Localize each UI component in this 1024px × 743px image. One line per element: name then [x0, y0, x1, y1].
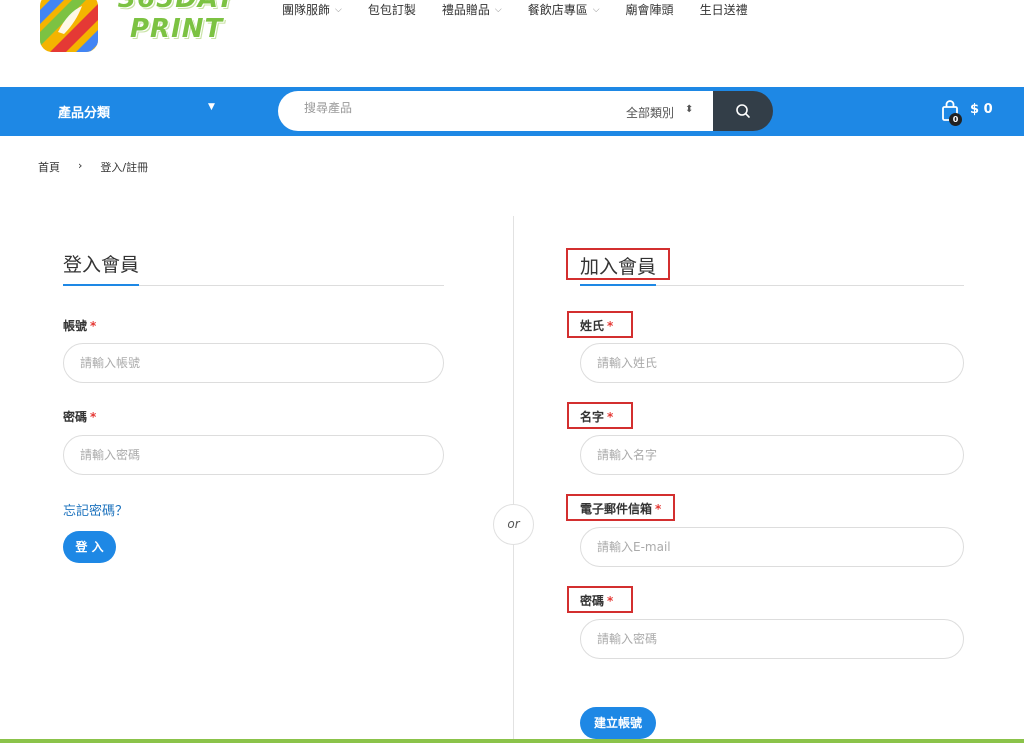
vertical-divider	[513, 216, 514, 743]
annotation-box-password	[567, 586, 633, 613]
logo-line-1: 365DAY	[118, 0, 236, 14]
create-account-button[interactable]: 建立帳號	[580, 707, 656, 739]
chevron-down-icon: ⌵	[335, 5, 342, 15]
annotation-box-firstname	[567, 402, 633, 429]
email-input[interactable]	[580, 527, 964, 567]
login-button[interactable]: 登 入	[63, 531, 116, 563]
nav-item-label: 團隊服飾	[282, 3, 331, 17]
nav-item-restaurant[interactable]: 餐飲店專區 ⌵	[528, 0, 600, 20]
logo-line-2: PRINT	[130, 14, 224, 44]
search-category-select[interactable]: 全部類別	[626, 104, 674, 121]
nav-item-label: 餐飲店專區	[527, 3, 588, 17]
firstname-input[interactable]	[580, 435, 964, 475]
bottom-strip	[0, 739, 1024, 743]
search-box: 全部類別 ⬍	[278, 91, 713, 131]
logo-icon	[40, 0, 98, 52]
search-bar-strip: 產品分類 ▼ 全部類別 ⬍ 0 $ 0	[0, 87, 1024, 136]
nav-item-custom-bags[interactable]: 包包訂製	[368, 0, 416, 20]
required-mark: *	[90, 319, 97, 333]
nav-item-label: 禮品贈品	[441, 3, 490, 17]
username-label: 帳號 *	[63, 317, 96, 334]
lastname-input[interactable]	[580, 343, 964, 383]
chevron-down-icon: ⌵	[494, 5, 502, 15]
username-input[interactable]	[63, 343, 444, 383]
login-password-label-text: 密碼	[63, 410, 88, 424]
nav-item-label: 廟會陣頭	[625, 3, 674, 17]
product-category-dropdown[interactable]: 產品分類	[58, 102, 110, 121]
annotation-box-lastname	[567, 311, 633, 338]
breadcrumb-separator: ›	[78, 159, 83, 172]
register-password-input[interactable]	[580, 619, 964, 659]
login-title: 登入會員	[63, 254, 140, 276]
nav-item-label: 包包訂製	[367, 3, 416, 17]
forgot-password-link[interactable]: 忘記密碼？	[63, 500, 128, 519]
cart-total: $ 0	[970, 102, 993, 117]
breadcrumb-current: 登入/註冊	[100, 161, 149, 174]
nav-item-birthday[interactable]: 生日送禮	[700, 0, 748, 20]
nav-item-temple[interactable]: 廟會陣頭	[626, 0, 674, 20]
cart-count-badge: 0	[949, 113, 962, 126]
nav-item-team-apparel[interactable]: 團隊服飾 ⌵	[282, 0, 342, 20]
login-title-accent	[63, 284, 139, 286]
cart-button[interactable]: 0 $ 0	[940, 99, 1000, 126]
logo-wordmark: 365DAY PRINT	[118, 0, 236, 44]
page: 365DAY PRINT 團隊服飾 ⌵ 包包訂製 禮品贈品 ⌵ 餐飲店專區 ⌵ …	[0, 0, 1024, 743]
search-icon	[736, 104, 750, 118]
top-navigation: 團隊服飾 ⌵ 包包訂製 禮品贈品 ⌵ 餐飲店專區 ⌵ 廟會陣頭 生日送禮	[282, 0, 774, 20]
username-label-text: 帳號	[63, 319, 88, 333]
annotation-box-register-title	[566, 248, 670, 280]
chevron-down-icon: ⌵	[592, 5, 600, 15]
or-divider: or	[493, 504, 534, 545]
breadcrumb-home[interactable]: 首頁	[38, 159, 60, 175]
search-button[interactable]	[713, 91, 773, 131]
breadcrumb: 首頁 › 登入/註冊	[38, 159, 148, 175]
caret-down-icon[interactable]: ▼	[208, 102, 215, 112]
nav-item-gifts[interactable]: 禮品贈品 ⌵	[442, 0, 502, 20]
login-password-input[interactable]	[63, 435, 444, 475]
required-mark: *	[90, 410, 97, 424]
nav-item-label: 生日送禮	[699, 3, 748, 17]
login-password-label: 密碼 *	[63, 408, 96, 425]
search-input[interactable]	[304, 101, 604, 115]
select-arrows-icon[interactable]: ⬍	[685, 104, 693, 115]
annotation-box-email	[566, 494, 675, 521]
register-title-accent	[580, 284, 656, 286]
site-logo[interactable]: 365DAY PRINT	[38, 0, 238, 58]
